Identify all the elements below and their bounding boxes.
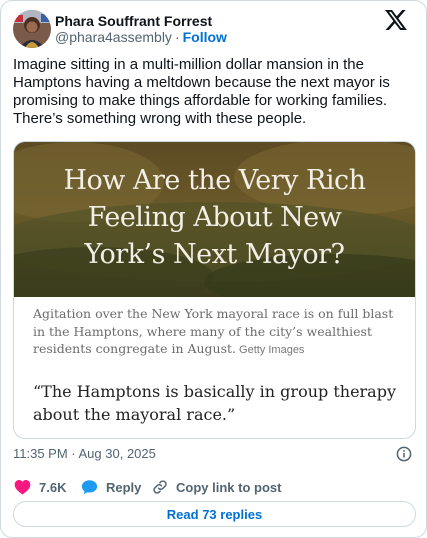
article-card[interactable]: How Are the Very Rich Feeling About New … <box>13 141 416 439</box>
reply-label: Reply <box>106 479 142 495</box>
tweet-card: Phara Souffrant Forrest @phara4assembly ·… <box>0 0 427 538</box>
like-count: 7.6K <box>39 479 67 495</box>
tweet-text: Imagine sitting in a multi-million dolla… <box>13 56 390 127</box>
follow-button[interactable]: Follow <box>183 29 227 45</box>
article-pull-quote: “The Hamptons is basically in group ther… <box>33 382 396 424</box>
reply-button[interactable]: Reply <box>81 477 141 497</box>
info-icon[interactable] <box>396 446 412 462</box>
headline-line: How Are the Very Rich <box>63 165 366 196</box>
x-logo-icon[interactable] <box>385 10 407 30</box>
avatar[interactable] <box>13 10 51 48</box>
copy-link-label: Copy link to post <box>176 479 282 495</box>
like-button[interactable]: 7.6K <box>14 477 66 497</box>
heart-icon <box>14 480 31 495</box>
speech-bubble-icon <box>81 480 98 495</box>
article-caption: Agitation over the New York mayoral race… <box>33 305 403 360</box>
article-headline: How Are the Very Rich Feeling About New … <box>14 162 415 273</box>
article-image: How Are the Very Rich Feeling About New … <box>14 142 415 297</box>
headline-line: York’s Next Mayor? <box>84 239 345 270</box>
author-handle-line: @phara4assembly · Follow <box>55 28 227 46</box>
copy-link-button[interactable]: Copy link to post <box>152 477 281 497</box>
link-icon <box>153 480 167 494</box>
read-replies-button[interactable]: Read 73 replies <box>13 501 416 527</box>
headline-line: Feeling About New <box>87 202 342 233</box>
read-replies-label: Read 73 replies <box>166 506 263 522</box>
separator-dot: · <box>174 29 180 45</box>
post-timestamp[interactable]: 11:35 PM · Aug 30, 2025 <box>13 446 156 462</box>
caption-text: Agitation over the New York mayoral race… <box>33 306 394 356</box>
image-credit: Getty Images <box>239 344 305 356</box>
author-handle[interactable]: @phara4assembly <box>55 29 172 45</box>
